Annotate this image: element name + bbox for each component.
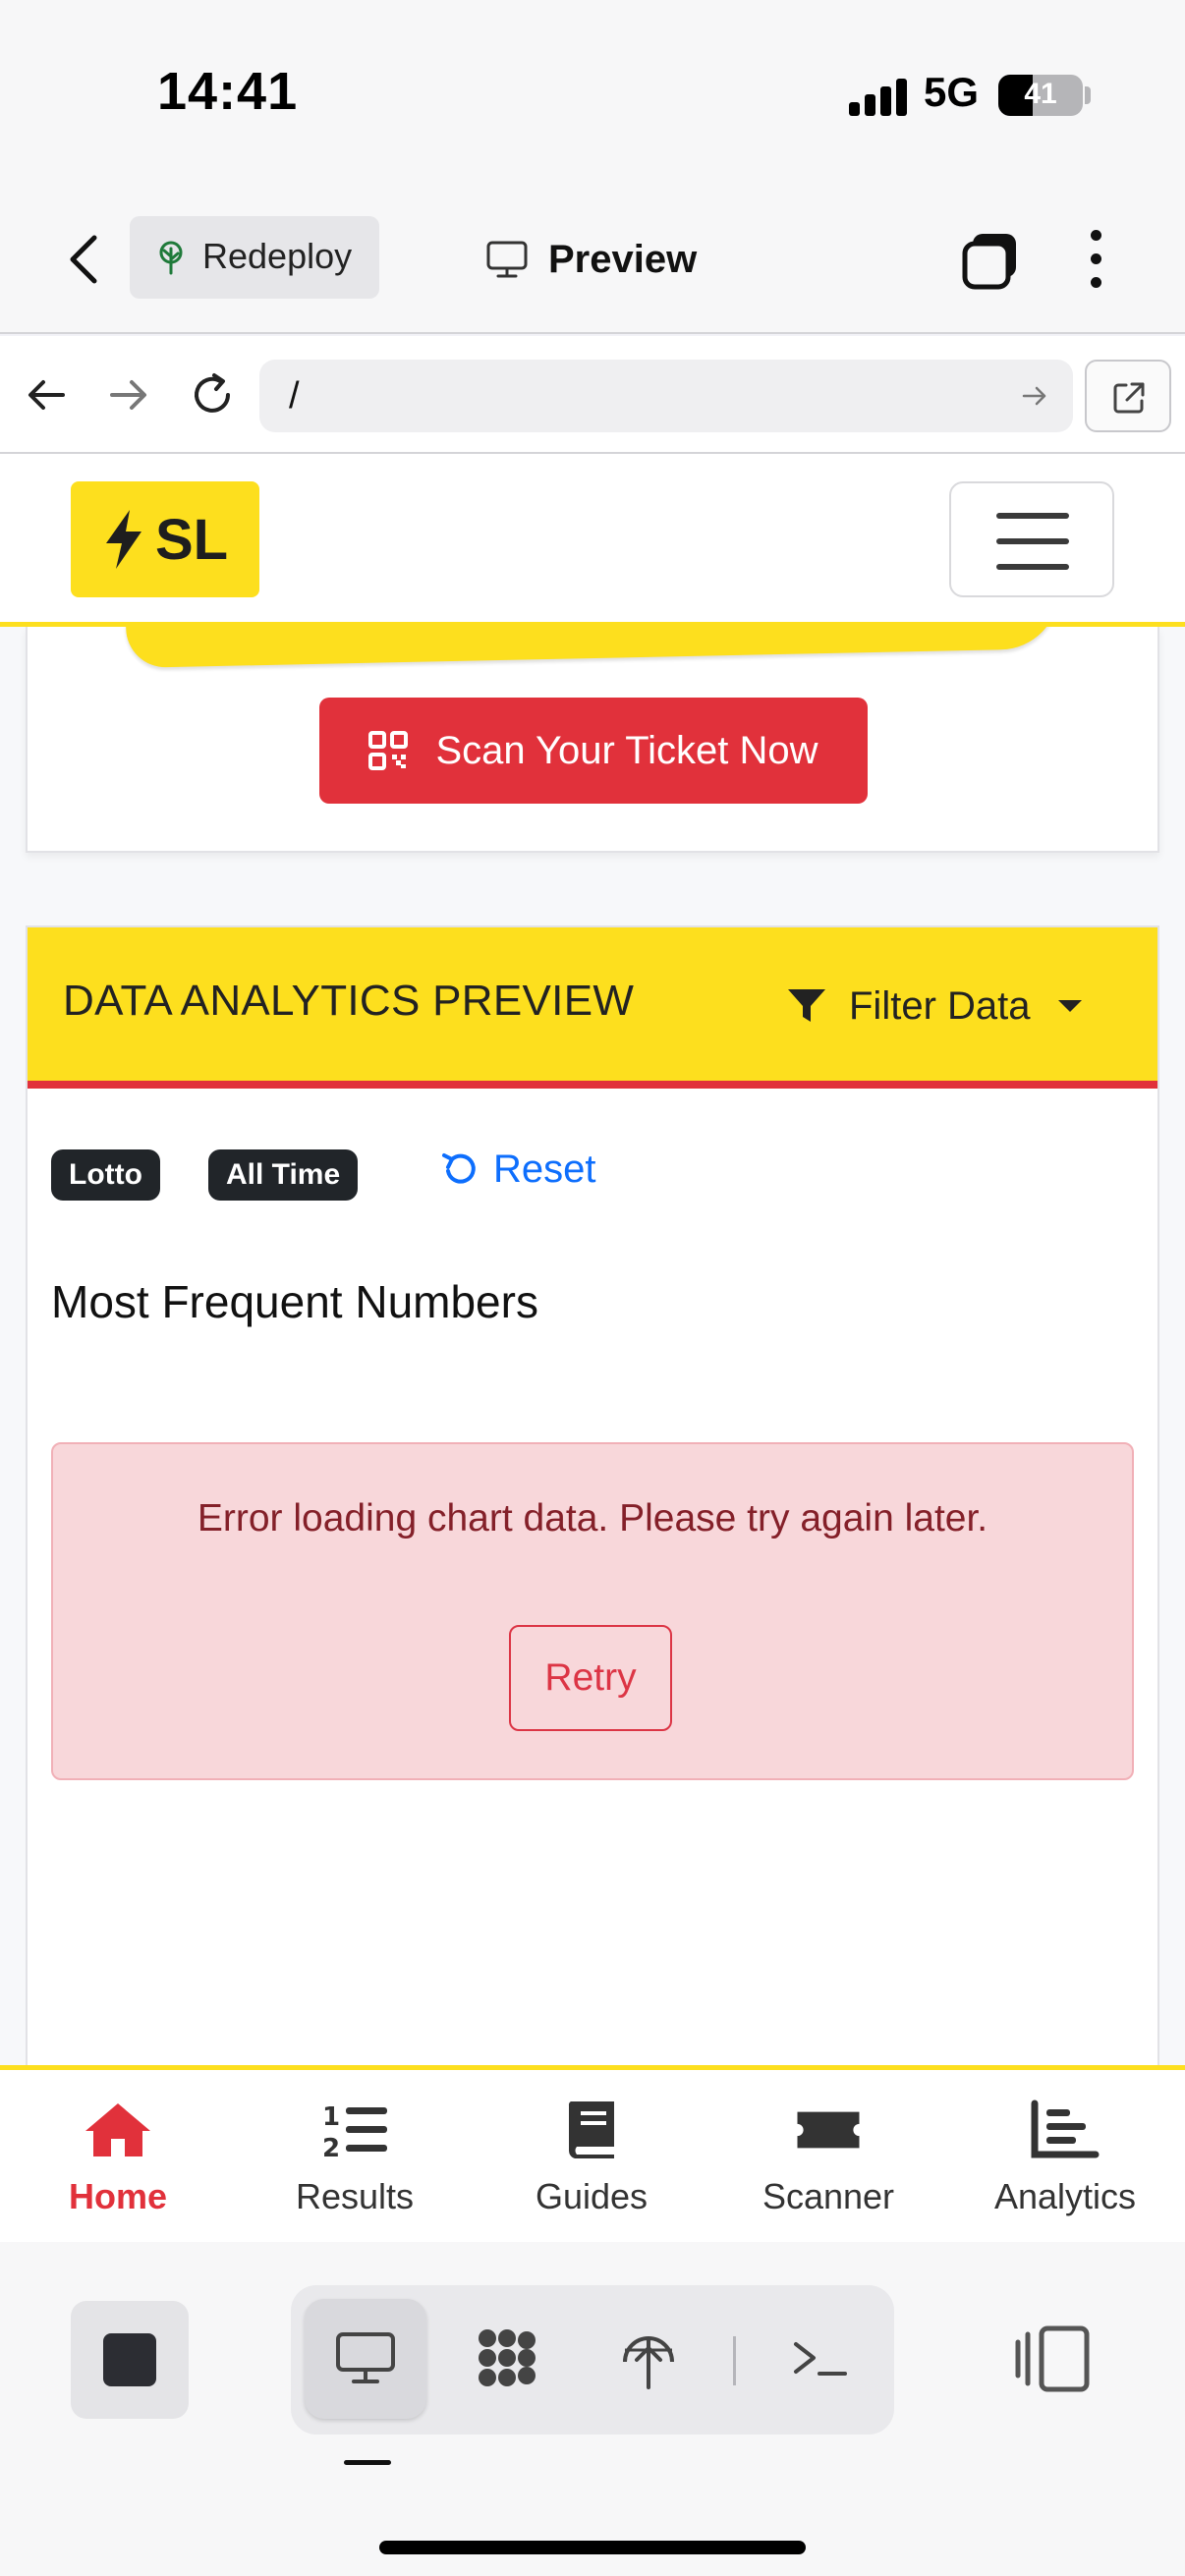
tab-home[interactable]: Home — [0, 2090, 236, 2237]
brand-logo[interactable]: SL — [71, 481, 259, 597]
qr-code-icon — [368, 731, 409, 770]
section-title: Most Frequent Numbers — [51, 1276, 538, 1327]
book-icon — [568, 2101, 614, 2158]
more-options-icon[interactable] — [1081, 226, 1110, 293]
error-message: Error loading chart data. Please try aga… — [197, 1497, 988, 1540]
shell-mode-button[interactable] — [759, 2299, 880, 2419]
tabs-icon[interactable] — [959, 228, 1022, 291]
globe-upload-icon — [623, 2336, 674, 2389]
svg-text:1: 1 — [322, 2102, 340, 2132]
monitor-icon — [336, 2332, 395, 2383]
reset-link[interactable]: Reset — [440, 1140, 596, 1199]
tab-scanner-label: Scanner — [762, 2176, 895, 2216]
hero-banner-edge — [125, 627, 1060, 668]
url-text: / — [289, 375, 300, 417]
go-arrow-icon[interactable] — [1020, 381, 1049, 411]
redeploy-button[interactable]: Redeploy — [130, 216, 379, 299]
side-panel-icon[interactable] — [1012, 2321, 1097, 2399]
site-navbar: SL — [0, 454, 1185, 627]
caret-down-icon — [1057, 1000, 1082, 1012]
monitor-icon — [486, 241, 528, 278]
analytics-card: DATA ANALYTICS PREVIEW Filter Data Lotto… — [26, 925, 1159, 2071]
status-bar: 14:41 5G 41 — [0, 0, 1185, 196]
filter-data-label: Filter Data — [849, 983, 1031, 1028]
browser-back-icon[interactable] — [22, 369, 73, 420]
browser-forward-icon[interactable] — [102, 369, 153, 420]
workspace-mode-button[interactable] — [446, 2299, 568, 2419]
home-icon — [85, 2103, 150, 2156]
ide-toolbar — [0, 2242, 1185, 2576]
analytics-header: DATA ANALYTICS PREVIEW Filter Data — [28, 927, 1157, 1089]
ticket-icon — [797, 2111, 860, 2149]
tree-icon — [159, 241, 183, 275]
numbered-list-icon: 1 2 — [322, 2102, 387, 2160]
brand-text: SL — [154, 507, 229, 572]
stop-icon — [103, 2333, 156, 2386]
preview-tab[interactable]: Preview — [485, 232, 697, 287]
site-viewport: SL Scan Your Ticket Now DATA ANALYTICS P… — [0, 454, 1185, 2071]
browser-toolbar: / — [0, 336, 1185, 454]
tab-home-label: Home — [68, 2176, 168, 2216]
external-link-icon — [1113, 382, 1145, 414]
retry-button[interactable]: Retry — [509, 1625, 672, 1731]
reset-label: Reset — [493, 1147, 596, 1191]
badge-period: All Time — [208, 1149, 359, 1201]
battery-percent: 41 — [1024, 78, 1057, 110]
nodes-icon — [479, 2329, 536, 2386]
deploy-mode-button[interactable] — [588, 2299, 709, 2419]
filter-data-dropdown[interactable]: Filter Data — [786, 977, 1082, 1036]
battery-cap — [1085, 86, 1091, 104]
analytics-title: DATA ANALYTICS PREVIEW — [63, 977, 635, 1025]
tab-guides-label: Guides — [535, 2176, 649, 2216]
bar-chart-icon — [1031, 2100, 1100, 2158]
tab-guides[interactable]: Guides — [474, 2090, 709, 2237]
bottom-tab-nav: Home 1 2 Results Guides Scanner Analytic… — [0, 2065, 1185, 2242]
back-chevron-icon[interactable] — [61, 232, 108, 287]
stop-button[interactable] — [71, 2301, 189, 2419]
tab-scanner[interactable]: Scanner — [710, 2090, 946, 2237]
active-mode-indicator — [344, 2460, 391, 2465]
app-bar: Redeploy Preview — [0, 196, 1185, 334]
svg-text:2: 2 — [322, 2134, 340, 2160]
home-indicator[interactable] — [379, 2541, 806, 2554]
toolbar-divider — [733, 2336, 736, 2385]
url-input[interactable]: / — [259, 360, 1073, 432]
hero-card: Scan Your Ticket Now — [26, 627, 1159, 853]
error-alert: Error loading chart data. Please try aga… — [51, 1442, 1134, 1780]
cellular-signal-icon — [849, 77, 908, 116]
lightning-bolt-icon — [105, 510, 141, 569]
reload-icon[interactable] — [187, 369, 238, 420]
preview-label: Preview — [548, 237, 698, 281]
terminal-icon — [794, 2342, 847, 2376]
battery-icon: 41 — [998, 75, 1083, 116]
preview-mode-button[interactable] — [305, 2299, 426, 2419]
redeploy-label: Redeploy — [202, 236, 353, 276]
scan-ticket-button[interactable]: Scan Your Ticket Now — [319, 698, 868, 804]
open-external-button[interactable] — [1085, 360, 1171, 432]
scan-ticket-label: Scan Your Ticket Now — [435, 728, 818, 772]
badge-game: Lotto — [51, 1149, 160, 1201]
tab-analytics-label: Analytics — [993, 2176, 1137, 2216]
tab-results-label: Results — [295, 2176, 415, 2216]
view-mode-group — [291, 2285, 894, 2435]
status-time: 14:41 — [157, 62, 299, 121]
menu-toggle-button[interactable] — [949, 481, 1114, 597]
tab-analytics[interactable]: Analytics — [947, 2090, 1183, 2237]
tab-results[interactable]: 1 2 Results — [237, 2090, 473, 2237]
network-type: 5G — [924, 69, 980, 115]
filter-icon — [788, 989, 825, 1022]
reset-icon — [442, 1153, 476, 1184]
